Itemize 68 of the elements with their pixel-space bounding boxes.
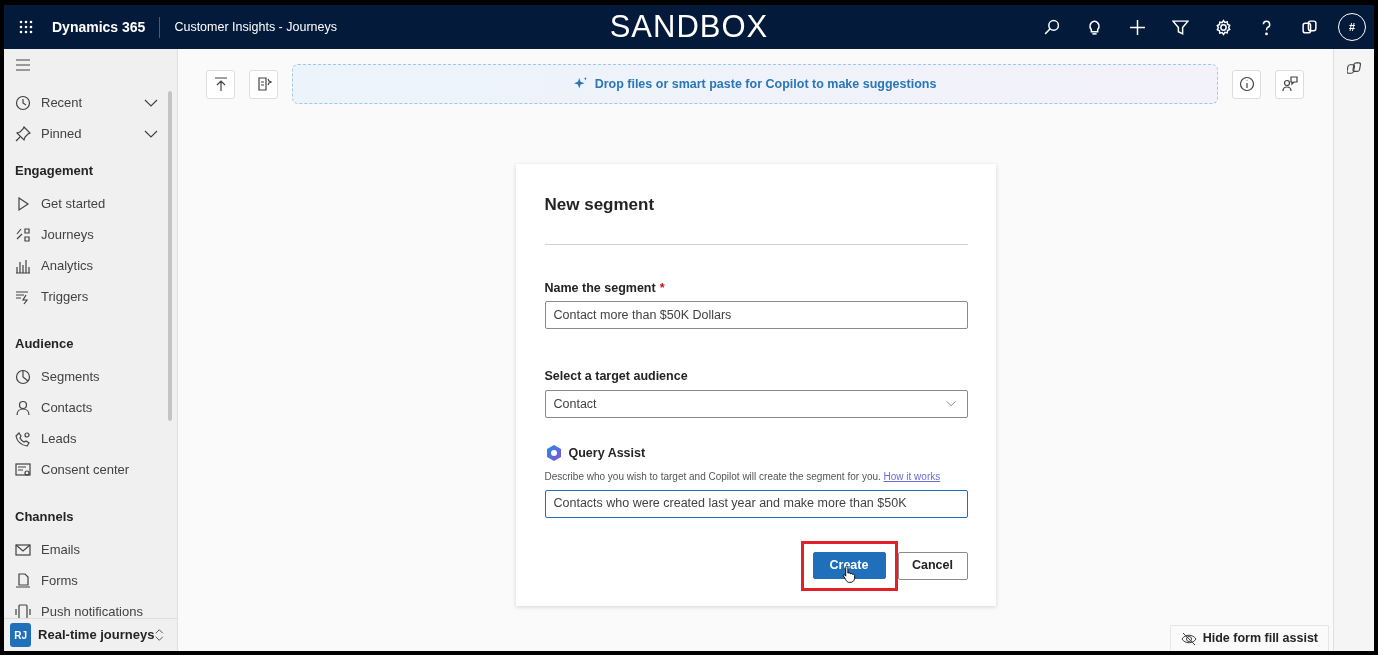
sidebar-item[interactable]: Analytics <box>4 250 177 281</box>
mail-icon <box>15 541 31 558</box>
section-title: Query Assist <box>568 445 646 462</box>
copilot-drop-zone[interactable]: Drop files or smart paste for Copilot to make suggestions <box>292 64 1218 104</box>
sidebar-item[interactable]: Get started <box>4 188 177 219</box>
person-chat-icon <box>1281 76 1298 92</box>
sidebar-item[interactable]: Segments <box>4 361 177 392</box>
upload-icon <box>212 76 229 92</box>
field-label: Select a target audience <box>544 369 688 384</box>
eye-off-icon <box>1180 630 1197 647</box>
lightning-list-icon <box>15 288 31 305</box>
sidebar-item[interactable]: Triggers <box>4 281 177 312</box>
app-title[interactable]: Customer Insights - Journeys <box>174 17 337 37</box>
paste-button[interactable] <box>249 69 278 99</box>
person-icon <box>15 399 31 416</box>
info-icon <box>1238 76 1255 92</box>
create-button[interactable]: Create <box>812 551 886 579</box>
section-heading: Channels <box>14 507 75 526</box>
area-badge: RJ <box>10 623 32 647</box>
sidebar-item[interactable]: Consent center <box>4 454 177 485</box>
sidebar-item[interactable]: Push notifications <box>4 596 177 618</box>
copilot-icon[interactable] <box>1301 18 1318 36</box>
section-heading: Engagement <box>14 161 94 180</box>
play-icon <box>15 195 31 212</box>
lightbulb-icon[interactable] <box>1086 18 1103 36</box>
phone-icon <box>15 430 31 447</box>
scrollbar-thumb[interactable] <box>168 91 172 421</box>
search-icon[interactable] <box>1043 18 1060 36</box>
form-icon <box>15 572 31 589</box>
sidebar-item[interactable]: Leads <box>4 423 177 454</box>
settings-icon[interactable] <box>1215 18 1232 36</box>
bar-chart-icon <box>15 257 31 274</box>
feedback-button[interactable] <box>1275 69 1304 99</box>
audience-dropdown[interactable]: Contact <box>544 390 968 418</box>
hide-form-fill-button[interactable]: Hide form fill assist <box>1169 625 1329 651</box>
section-heading: Audience <box>14 334 75 353</box>
sidebar-item[interactable]: Recent <box>4 87 177 118</box>
sidebar-item[interactable]: Forms <box>4 565 177 596</box>
document-icon <box>15 461 31 478</box>
up-down-icon <box>154 627 165 643</box>
pin-icon <box>15 125 31 142</box>
how-it-works-link[interactable]: How it works <box>883 470 941 482</box>
filter-icon[interactable] <box>1172 18 1189 36</box>
clock-icon <box>15 94 31 111</box>
environment-label: SANDBOX <box>609 8 769 44</box>
query-input[interactable]: Contacts who were created last year and make more than $50K <box>544 489 968 518</box>
copilot-icon[interactable] <box>1346 61 1362 76</box>
sidebar-item[interactable]: Emails <box>4 534 177 565</box>
clipboard-sparkle-icon <box>255 76 272 92</box>
app-name[interactable]: Dynamics 365 <box>52 16 161 38</box>
query-description: Describe who you wish to target and Copilot will create the segment for you. How it works <box>544 469 942 484</box>
app-launcher-icon[interactable] <box>18 19 34 35</box>
pie-icon <box>15 368 31 385</box>
sidebar-item[interactable]: Contacts <box>4 392 177 423</box>
flow-icon <box>15 226 31 243</box>
cancel-button[interactable]: Cancel <box>897 551 968 580</box>
plus-icon[interactable] <box>1129 18 1146 36</box>
required-asterisk: * <box>659 280 665 295</box>
sidebar-item[interactable]: Journeys <box>4 219 177 250</box>
form-title: New segment <box>544 192 968 245</box>
sidebar-item[interactable]: Pinned <box>4 118 177 149</box>
copilot-logo-icon <box>544 444 563 463</box>
upload-button[interactable] <box>206 69 235 99</box>
phone-device-icon <box>15 603 31 618</box>
segment-name-input[interactable]: Contact more than $50K Dollars <box>544 301 968 330</box>
info-button[interactable] <box>1232 69 1261 99</box>
field-label: Name the segment <box>544 280 656 295</box>
sparkle-icon <box>573 77 588 91</box>
